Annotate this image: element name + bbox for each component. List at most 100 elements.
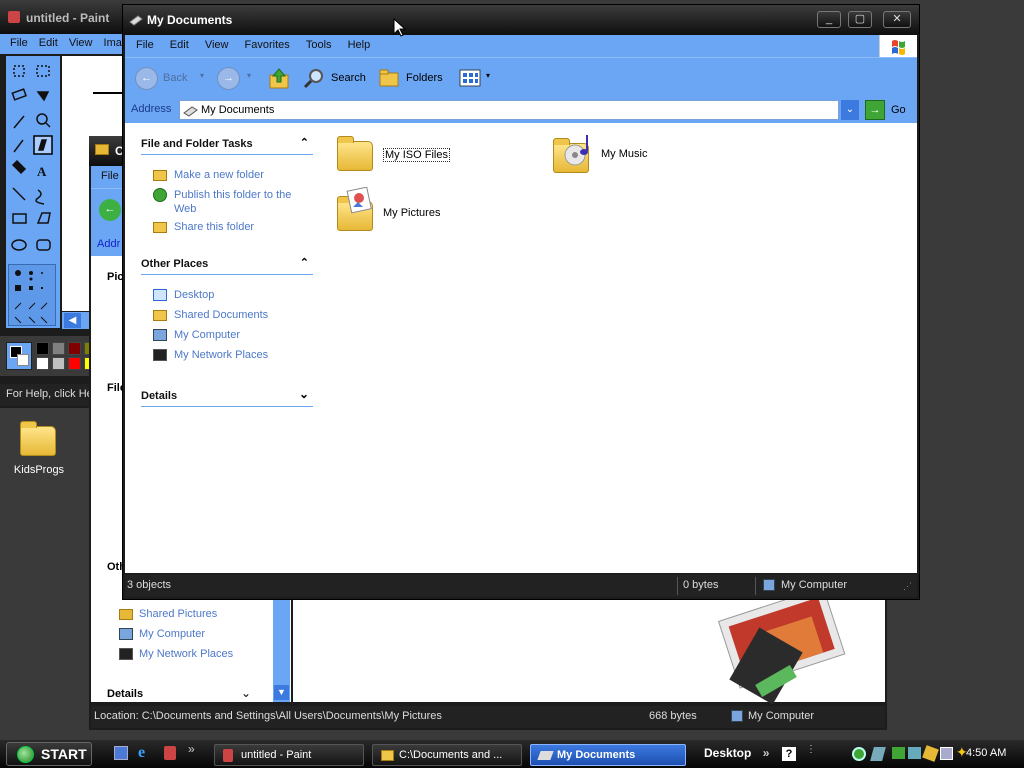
paint-menu-edit[interactable]: Edit [39, 37, 58, 49]
back-other-place-shared-pictures[interactable]: Shared Pictures [119, 607, 217, 621]
place-my-computer[interactable]: My Computer [153, 328, 240, 342]
tray-network-icon[interactable] [892, 747, 905, 759]
tray-app-icon[interactable] [940, 747, 953, 760]
menu-file[interactable]: File [136, 39, 154, 51]
minimize-button[interactable]: _ [817, 11, 841, 28]
quick-launch-more-icon[interactable]: » [188, 742, 195, 756]
maximize-button[interactable]: ▢ [848, 11, 872, 28]
menu-edit[interactable]: Edit [170, 39, 189, 51]
paint-menu-image[interactable]: Ima [104, 37, 122, 49]
place-desktop[interactable]: Desktop [153, 288, 214, 302]
desktop-icon-kidsprogs[interactable]: KidsProgs [10, 418, 68, 478]
chevron-down-icon[interactable]: ⌄ [299, 387, 309, 401]
color-swatch-maroon[interactable] [68, 342, 81, 355]
color-swatch-silver[interactable] [52, 357, 65, 370]
address-value: My Documents [201, 104, 275, 116]
task-share-folder[interactable]: Share this folder [153, 220, 254, 234]
details-title: Details [141, 390, 313, 407]
back-dropdown-icon[interactable]: ▾ [200, 71, 204, 80]
desktop-toolbar[interactable]: Desktop » [704, 746, 769, 760]
computer-icon [763, 579, 775, 591]
forward-button[interactable]: → ▾ [217, 67, 257, 91]
close-button[interactable]: ✕ [883, 11, 911, 28]
taskbar-button-my-documents[interactable]: My Documents [530, 744, 686, 766]
file-folder-tasks-header[interactable]: File and Folder Tasks ⌃ [141, 136, 313, 155]
my-computer-link[interactable]: My Computer [139, 628, 205, 640]
chevron-down-icon[interactable]: ⌄ [241, 686, 251, 700]
chevron-up-icon[interactable]: ⌃ [300, 256, 309, 269]
publish-folder-link[interactable]: Publish this folder to the Web [174, 188, 303, 216]
back-button[interactable]: ← Back ▾ [135, 67, 207, 91]
network-icon [153, 349, 167, 362]
other-places-header[interactable]: Other Places ⌃ [141, 256, 313, 275]
resize-grip-icon[interactable]: ⋰ [903, 581, 912, 592]
taskbar-button-paint[interactable]: untitled - Paint [214, 744, 364, 766]
chevron-up-icon[interactable]: ⌃ [300, 136, 309, 149]
tray-app-icon[interactable] [852, 747, 866, 761]
shared-pictures-link[interactable]: Shared Pictures [139, 608, 217, 620]
folders-button[interactable]: Folders [378, 67, 448, 91]
address-input[interactable]: My Documents [179, 100, 839, 120]
start-button[interactable]: START [6, 742, 92, 766]
back-menubar: File [91, 166, 125, 188]
back-statusbar: Location: C:\Documents and Settings\All … [91, 706, 885, 728]
paint-quick-icon[interactable] [164, 746, 176, 760]
make-new-folder-link[interactable]: Make a new folder [174, 169, 264, 181]
internet-explorer-icon[interactable]: e [138, 744, 145, 762]
paint-menubar: File Edit View Ima [0, 34, 125, 54]
share-folder-link[interactable]: Share this folder [174, 221, 254, 233]
menu-tools[interactable]: Tools [306, 39, 332, 51]
menu-view[interactable]: View [205, 39, 229, 51]
color-swatch-white[interactable] [36, 357, 49, 370]
tray-expand-icon[interactable]: ⋮ [806, 744, 818, 762]
go-button[interactable]: → Go [865, 100, 915, 120]
main-titlebar[interactable]: My Documents [123, 5, 919, 35]
tray-network-icon[interactable] [908, 747, 921, 759]
back-other-place-network[interactable]: My Network Places [119, 647, 233, 661]
shared-documents-link[interactable]: Shared Documents [174, 309, 268, 321]
folder-item-my-pictures[interactable]: My Pictures [335, 185, 485, 235]
color-swatch-black[interactable] [36, 342, 49, 355]
desktop-toolbar-more-icon[interactable]: » [763, 746, 770, 760]
address-dropdown-button[interactable]: ⌄ [841, 100, 859, 120]
computer-icon [119, 628, 133, 641]
back-other-place-my-computer[interactable]: My Computer [119, 627, 205, 641]
folder-item-my-music[interactable]: My Music [551, 131, 701, 175]
paint-menu-view[interactable]: View [69, 37, 93, 49]
up-folder-button[interactable] [268, 67, 290, 91]
color-swatch-red[interactable] [68, 357, 81, 370]
new-folder-icon [153, 169, 167, 181]
details-header[interactable]: Details ⌄ [141, 387, 313, 407]
clock[interactable]: 4:50 AM [966, 747, 1006, 759]
color-swatch-gray[interactable] [52, 342, 65, 355]
scroll-left-icon[interactable]: ◀ [64, 313, 81, 328]
taskbar-button-documents[interactable]: C:\Documents and ... [372, 744, 522, 766]
menu-help[interactable]: Help [348, 39, 371, 51]
task-publish-folder[interactable]: Publish this folder to the Web [153, 188, 303, 216]
tray-app-icon[interactable] [922, 745, 939, 762]
back-scrollbar[interactable]: ▼ [273, 600, 290, 702]
folder-item-my-iso-files[interactable]: My ISO Files [335, 135, 485, 175]
views-dropdown-icon: ▾ [486, 71, 491, 80]
search-button[interactable]: Search [303, 67, 369, 91]
my-network-places-link[interactable]: My Network Places [174, 349, 268, 361]
place-my-network-places[interactable]: My Network Places [153, 348, 268, 362]
back-details-title[interactable]: Details [107, 688, 143, 700]
my-network-places-link[interactable]: My Network Places [139, 648, 233, 660]
back-arrow-icon[interactable]: ← [99, 199, 121, 221]
paint-tool-options[interactable] [8, 264, 56, 326]
task-make-new-folder[interactable]: Make a new folder [153, 168, 264, 182]
forward-dropdown-icon[interactable]: ▾ [247, 71, 251, 80]
tray-app-icon[interactable] [870, 747, 886, 761]
address-label: Address [131, 103, 172, 115]
menu-favorites[interactable]: Favorites [245, 39, 290, 51]
show-desktop-icon[interactable] [114, 746, 128, 760]
place-shared-documents[interactable]: Shared Documents [153, 308, 268, 322]
help-icon[interactable]: ? [782, 747, 796, 761]
my-computer-link[interactable]: My Computer [174, 329, 240, 341]
back-menu-file[interactable]: File [101, 170, 119, 182]
paint-menu-file[interactable]: File [10, 37, 28, 49]
desktop-link[interactable]: Desktop [174, 289, 214, 301]
scroll-down-icon[interactable]: ▼ [274, 685, 289, 700]
views-button[interactable]: ▾ [459, 67, 495, 91]
